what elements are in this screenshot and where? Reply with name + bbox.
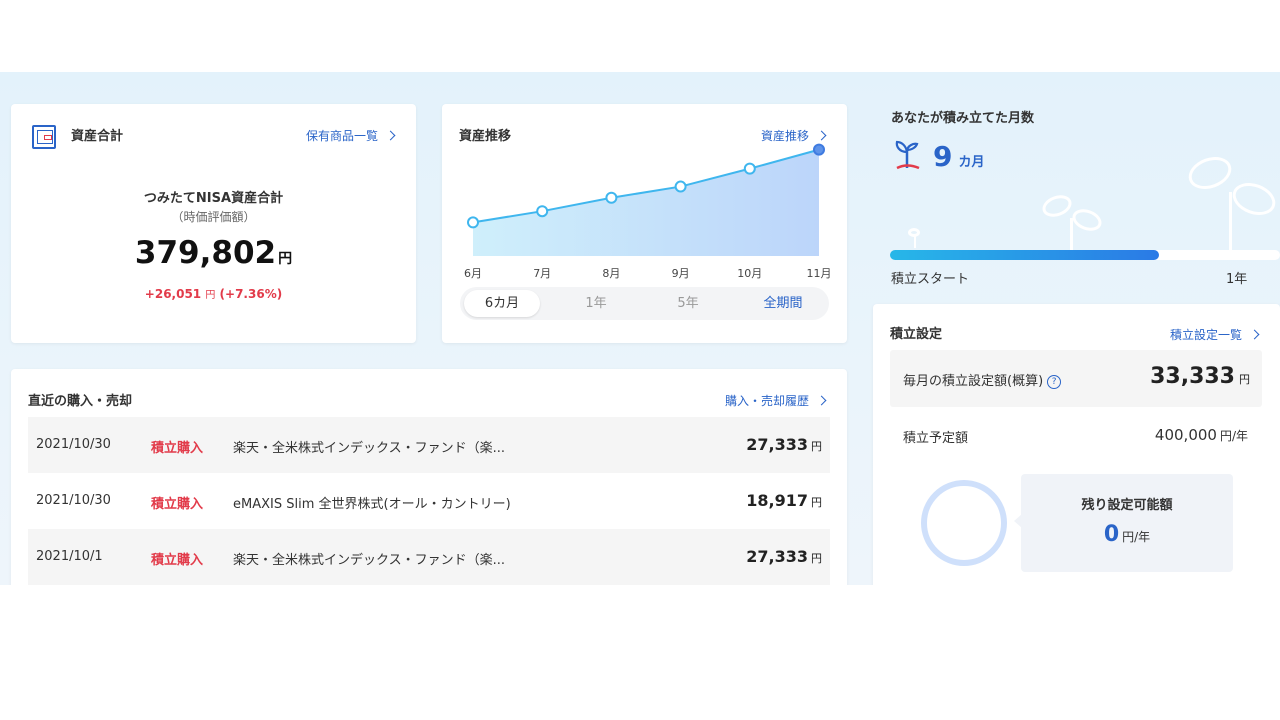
- nisa-total-label: つみたてNISA資産合計: [143, 191, 284, 206]
- asset-trend-card: 資産推移 資産推移 6月 7月 8月 9月 10月 11月 6カ月 1年 5年 全期間: [442, 104, 847, 343]
- range-tab-all[interactable]: 全期間: [745, 290, 821, 317]
- recent-transactions-card: 直近の購入・売却 購入・売却履歴 2021/10/30 積立購入 楽天・全米株式…: [11, 369, 847, 585]
- chart-x-tick-label: 6月: [464, 267, 482, 280]
- range-tab-1y[interactable]: 1年: [558, 290, 634, 317]
- transactions-title: 直近の購入・売却: [28, 394, 133, 409]
- chart-x-tick-label: 11月: [806, 267, 832, 280]
- chevron-right-icon: [1249, 329, 1260, 340]
- remaining-amount-bubble: 残り設定可能額 0 円/年: [1014, 474, 1233, 572]
- safe-icon: [32, 125, 56, 149]
- transaction-type: 積立購入: [151, 553, 204, 568]
- monthly-amount-box: 毎月の積立設定額(概算)? 33,333 円: [890, 350, 1262, 407]
- chart-point[interactable]: [743, 162, 756, 175]
- chart-x-tick-label: 8月: [602, 267, 621, 280]
- transaction-row[interactable]: 2021/10/1 積立購入 楽天・全米株式インデックス・ファンド（楽... 2…: [28, 529, 830, 585]
- chart-point[interactable]: [536, 205, 549, 218]
- transaction-fund: 楽天・全米株式インデックス・ファンド（楽...: [233, 553, 506, 568]
- planned-amount-value: 400,000 円/年: [1154, 426, 1248, 444]
- months-title: あなたが積み立てた月数: [891, 111, 1035, 126]
- asset-total-card: 資産合計 保有商品一覧 つみたてNISA資産合計 （時価評価額） 379,802…: [11, 104, 416, 343]
- transaction-amount: 27,333 円: [746, 547, 822, 566]
- planned-amount-label: 積立予定額: [903, 431, 969, 446]
- chevron-right-icon: [385, 130, 396, 141]
- monthly-amount-value: 33,333 円: [1150, 364, 1250, 389]
- chevron-right-icon: [816, 395, 827, 406]
- chart-point[interactable]: [605, 191, 618, 204]
- months-progress-fill: [890, 250, 1160, 260]
- transaction-row[interactable]: 2021/10/30 積立購入 楽天・全米株式インデックス・ファンド（楽... …: [28, 417, 830, 473]
- sprout-icon: [893, 138, 923, 172]
- transaction-fund: 楽天・全米株式インデックス・ファンド（楽...: [233, 441, 506, 456]
- progress-end-label: 1年: [1226, 272, 1248, 287]
- range-selector: 6カ月 1年 5年 全期間: [460, 287, 829, 320]
- transaction-row[interactable]: 2021/10/30 積立購入 eMAXIS Slim 全世界株式(オール・カン…: [28, 473, 830, 529]
- transaction-date: 2021/10/30: [36, 437, 111, 452]
- setting-list-link[interactable]: 積立設定一覧: [1170, 326, 1260, 343]
- transaction-amount: 27,333 円: [746, 435, 822, 454]
- progress-start-label: 積立スタート: [891, 272, 970, 287]
- chart-x-tick-label: 7月: [533, 267, 552, 280]
- saving-setting-card: 積立設定 積立設定一覧 毎月の積立設定額(概算)? 33,333 円 積立予定額 …: [873, 304, 1280, 585]
- remaining-label: 残り設定可能額: [1081, 498, 1173, 513]
- transaction-date: 2021/10/1: [36, 549, 103, 564]
- transaction-history-link[interactable]: 購入・売却履歴: [725, 392, 827, 409]
- months-count: 9 カ月: [933, 140, 985, 173]
- remaining-ring-chart: [921, 480, 1007, 566]
- transaction-type: 積立購入: [151, 497, 204, 512]
- chart-x-tick-label: 10月: [737, 267, 763, 280]
- help-icon[interactable]: ?: [1047, 375, 1062, 389]
- setting-title: 積立設定: [890, 327, 943, 342]
- chart-point[interactable]: [813, 143, 825, 156]
- chart-area: [473, 149, 819, 256]
- asset-gain: +26,051 円 (+7.36%): [144, 287, 283, 301]
- remaining-value: 0 円/年: [1103, 522, 1151, 547]
- dashboard-band: 資産合計 保有商品一覧 つみたてNISA資産合計 （時価評価額） 379,802…: [0, 72, 1280, 585]
- transaction-type: 積立購入: [151, 441, 204, 456]
- asset-trend-chart: [467, 143, 825, 256]
- monthly-amount-label: 毎月の積立設定額(概算)?: [903, 370, 1062, 389]
- asset-total-value: 379,802 円: [134, 235, 293, 271]
- transaction-fund: eMAXIS Slim 全世界株式(オール・カントリー): [233, 497, 511, 512]
- months-progress-bar: [890, 250, 1280, 260]
- transaction-amount: 18,917 円: [746, 491, 822, 510]
- range-tab-6m[interactable]: 6カ月: [464, 290, 540, 317]
- asset-card-title: 資産合計: [71, 129, 124, 144]
- chart-point[interactable]: [467, 216, 479, 229]
- range-tab-5y[interactable]: 5年: [650, 290, 726, 317]
- chart-x-tick-label: 9月: [671, 267, 690, 280]
- holdings-list-link[interactable]: 保有商品一覧: [306, 127, 396, 144]
- transaction-date: 2021/10/30: [36, 493, 111, 508]
- market-value-note: （時価評価額）: [171, 210, 256, 224]
- chart-point[interactable]: [674, 180, 687, 193]
